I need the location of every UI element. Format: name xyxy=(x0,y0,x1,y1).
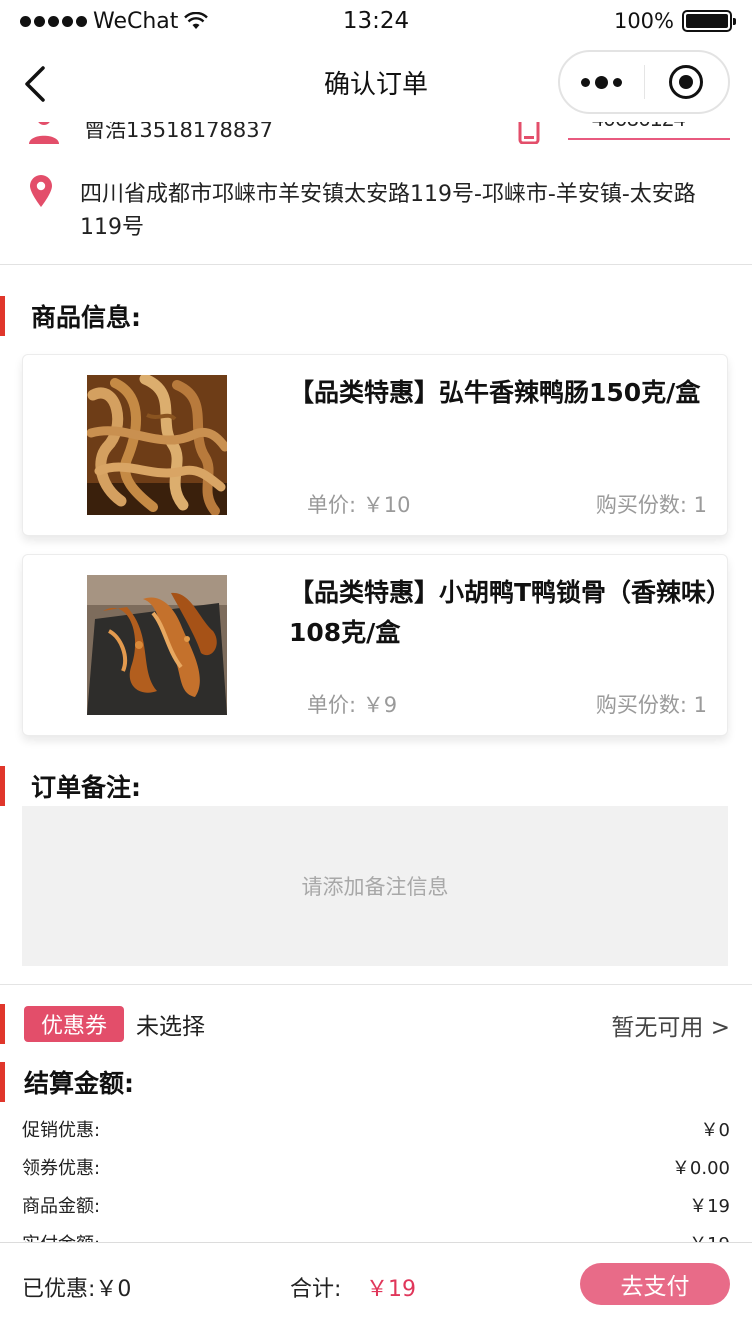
status-bar: WeChat 13:24 100% xyxy=(0,0,752,42)
settlement-row: 促销优惠: ￥0 xyxy=(22,1116,730,1142)
checkout-bar: 已优惠:￥0 合计: ￥19 去支付 xyxy=(0,1242,752,1334)
saved-amount: 已优惠:￥0 xyxy=(22,1277,132,1302)
section-accent-bar xyxy=(0,1004,5,1044)
target-icon xyxy=(669,65,704,99)
settlement-header: 结算金额: xyxy=(0,1062,134,1102)
phone-icon xyxy=(518,122,540,144)
settlement-value: ￥0.00 xyxy=(671,1158,730,1179)
settlement-label: 商品金额: xyxy=(22,1196,101,1217)
person-icon xyxy=(29,122,59,144)
carrier-group: WeChat xyxy=(20,8,209,34)
battery-group: 100% xyxy=(613,9,736,33)
product-image xyxy=(87,575,227,715)
chevron-left-icon xyxy=(25,66,45,102)
section-accent-bar xyxy=(0,766,5,806)
product-info-title: 商品信息: xyxy=(31,303,141,332)
settlement-title: 结算金额: xyxy=(24,1069,134,1098)
coupon-available-link[interactable]: 暂无可用 > xyxy=(611,1008,730,1042)
battery-icon xyxy=(682,10,736,32)
close-mini-program-button[interactable] xyxy=(645,65,729,99)
product-name: 【品类特惠】弘牛香辣鸭肠150克/盒 xyxy=(289,378,701,407)
product-price: 单价: ￥9 xyxy=(307,693,398,717)
coupon-row[interactable]: 优惠券 未选择 暂无可用 > xyxy=(0,1004,752,1044)
contact-row: 曾浩13518178837 xyxy=(0,122,752,154)
shipping-address[interactable]: 曾浩13518178837 四川省成都市邛崃市羊安镇太安路119号-邛崃市-羊安… xyxy=(0,122,752,265)
page-title: 确认订单 xyxy=(323,69,428,100)
carrier-name: WeChat xyxy=(93,8,179,34)
product-card[interactable]: 【品类特惠】小胡鸭T鸭锁骨（香辣味）108克/盒 单价: ￥9 购买份数: 1 xyxy=(22,554,728,736)
navigation-bar: 确认订单 xyxy=(0,42,752,122)
settlement-value: ￥19 xyxy=(689,1196,730,1217)
location-pin-icon xyxy=(30,175,52,207)
battery-percent: 100% xyxy=(613,9,674,33)
settlement-row: 商品金额: ￥19 xyxy=(22,1192,730,1218)
product-price: 单价: ￥10 xyxy=(307,493,411,517)
signal-icon xyxy=(20,15,87,27)
section-divider xyxy=(0,984,752,985)
address-text: 四川省成都市邛崃市羊安镇太安路119号-邛崃市-羊安镇-太安路119号 xyxy=(80,182,696,240)
product-info-header: 商品信息: xyxy=(0,296,141,336)
coupon-badge: 优惠券 xyxy=(24,1006,124,1042)
coupon-status: 未选择 xyxy=(136,1014,205,1040)
total-label: 合计: xyxy=(290,1277,342,1302)
back-button[interactable] xyxy=(18,64,52,104)
wifi-icon xyxy=(184,12,209,29)
tel-input[interactable] xyxy=(568,122,730,140)
settlement-value: ￥0 xyxy=(700,1120,730,1141)
contact-name-phone: 曾浩13518178837 xyxy=(84,122,273,142)
order-note-input[interactable]: 请添加备注信息 xyxy=(22,806,728,966)
product-card[interactable]: 【品类特惠】弘牛香辣鸭肠150克/盒 单价: ￥10 购买份数: 1 xyxy=(22,354,728,536)
product-quantity: 购买份数: 1 xyxy=(595,493,707,517)
mini-program-capsule xyxy=(558,50,730,114)
more-dots-icon xyxy=(581,77,591,87)
pay-button[interactable]: 去支付 xyxy=(580,1263,730,1305)
settlement-row: 领券优惠: ￥0.00 xyxy=(22,1154,730,1180)
total-amount: ￥19 xyxy=(366,1277,416,1302)
order-note-header: 订单备注: xyxy=(0,766,141,806)
settlement-label: 领券优惠: xyxy=(22,1158,101,1179)
section-accent-bar xyxy=(0,296,5,336)
settlement-label: 促销优惠: xyxy=(22,1120,101,1141)
order-note-title: 订单备注: xyxy=(31,773,141,802)
product-quantity: 购买份数: 1 xyxy=(595,693,707,717)
product-image xyxy=(87,375,227,515)
more-button[interactable] xyxy=(560,75,644,89)
section-accent-bar xyxy=(0,1062,5,1102)
product-name: 【品类特惠】小胡鸭T鸭锁骨（香辣味）108克/盒 xyxy=(289,578,719,647)
